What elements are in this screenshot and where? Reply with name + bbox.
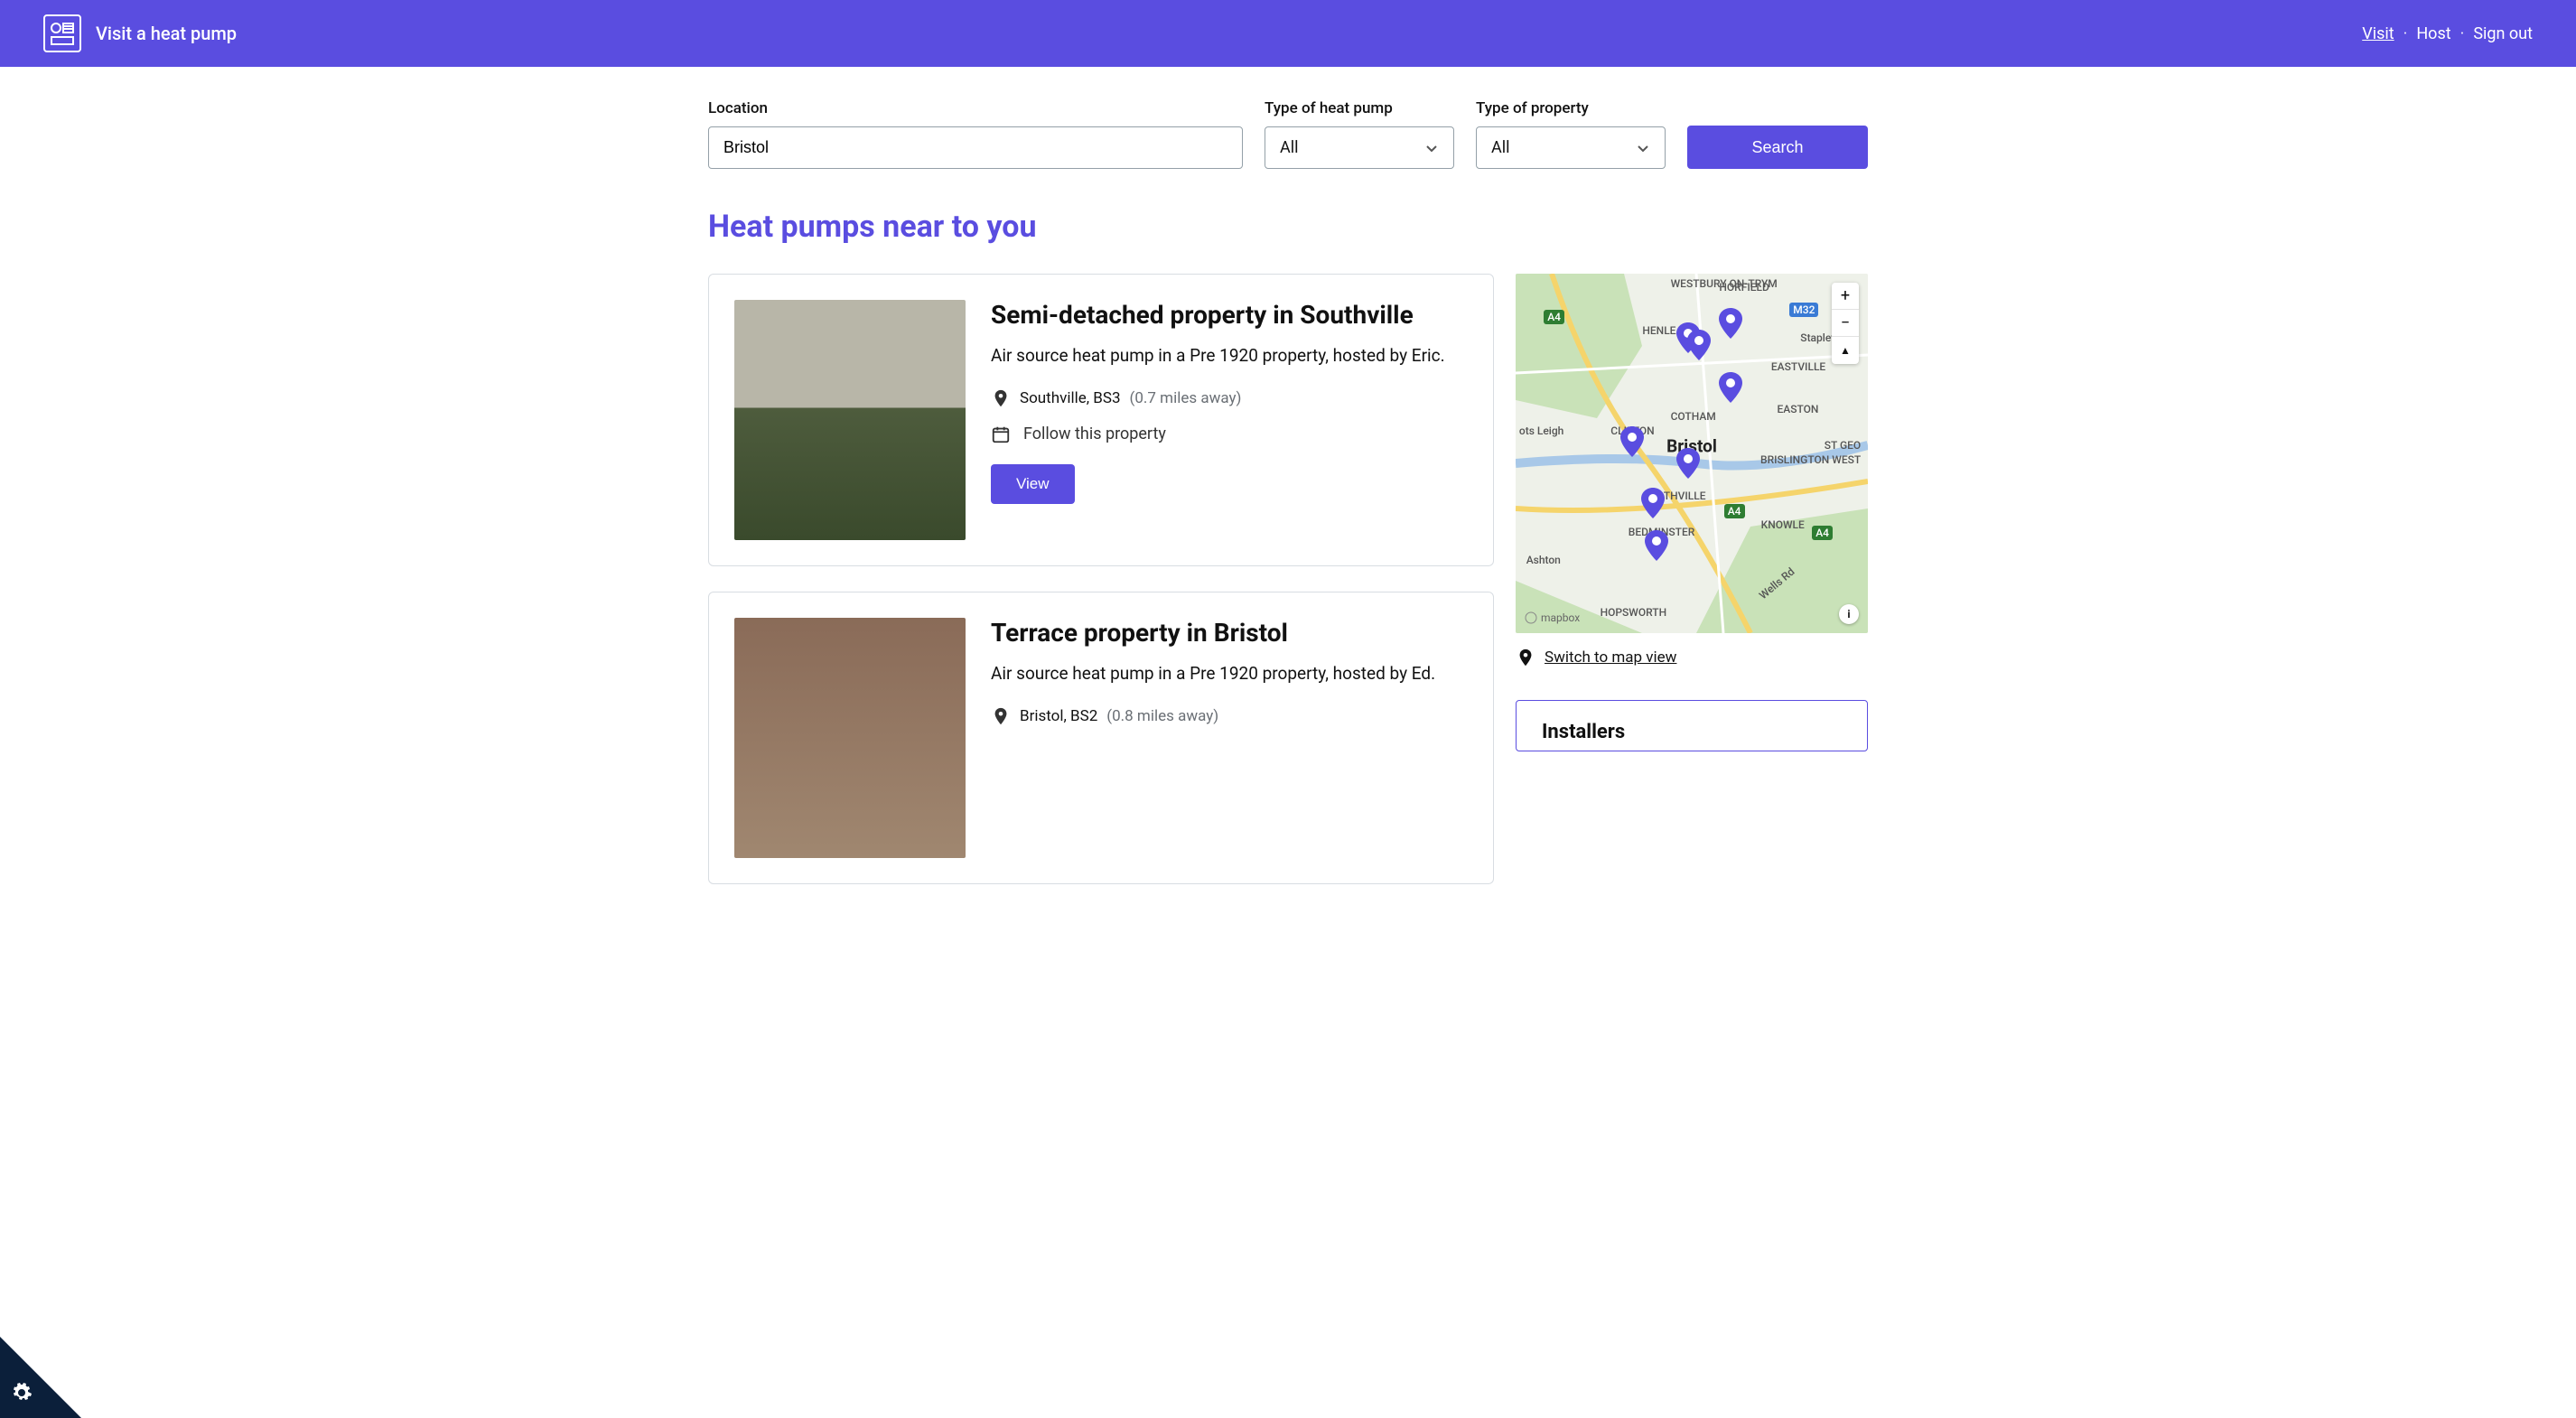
map-pin-icon (991, 388, 1011, 408)
site-title: Visit a heat pump (96, 23, 237, 44)
map-pin-icon (1516, 648, 1535, 667)
listing-body: Semi-detached property in Southville Air… (991, 300, 1445, 540)
zoom-out-button[interactable]: − (1832, 310, 1859, 337)
chevron-down-icon (1424, 141, 1439, 155)
property-type-value: All (1491, 138, 1510, 157)
heatpump-type-value: All (1280, 138, 1299, 157)
listing-card: Terrace property in Bristol Air source h… (708, 592, 1494, 884)
header-left: Visit a heat pump (43, 14, 237, 52)
listing-description: Air source heat pump in a Pre 1920 prope… (991, 344, 1445, 368)
heatpump-type-field: Type of heat pump All (1265, 99, 1454, 169)
installers-panel: Installers (1516, 700, 1868, 751)
listing-distance: (0.7 miles away) (1130, 389, 1242, 407)
nav-separator: · (2403, 24, 2408, 43)
gear-icon[interactable] (11, 1382, 33, 1407)
listing-image (734, 618, 966, 858)
installers-heading: Installers (1542, 721, 1842, 743)
top-header: Visit a heat pump Visit · Host · Sign ou… (0, 0, 2576, 67)
search-button[interactable]: Search (1687, 126, 1868, 169)
map-attribution: mapbox (1525, 611, 1580, 624)
sidebar: WESTBURY ON-TRYM HORFIELD HENLEAZE Stapl… (1516, 274, 1868, 751)
listing-title: Terrace property in Bristol (991, 618, 1435, 648)
map-pin-icon (991, 706, 1011, 726)
listing-distance: (0.8 miles away) (1106, 707, 1218, 725)
nav-separator: · (2460, 24, 2465, 43)
location-field: Location (708, 99, 1243, 169)
listing-image (734, 300, 966, 540)
compass-button[interactable]: ▲ (1832, 337, 1859, 364)
map-controls: + − ▲ (1832, 283, 1859, 364)
map-pin-icon[interactable] (1719, 372, 1742, 403)
nav-visit[interactable]: Visit (2362, 24, 2394, 43)
map-area-label: HOPSWORTH (1601, 606, 1667, 619)
follow-property[interactable]: Follow this property (991, 424, 1445, 444)
map-area-label: EASTVILLE (1771, 360, 1825, 373)
heatpump-type-label: Type of heat pump (1265, 99, 1454, 117)
listing-title: Semi-detached property in Southville (991, 300, 1445, 330)
map-area-label: ST GEO (1825, 439, 1862, 452)
listing-place: Southville, BS3 (1020, 389, 1121, 407)
search-bar: Location Type of heat pump All Type of p… (708, 99, 1868, 169)
map-area-label: Ashton (1526, 554, 1561, 566)
heatpump-type-select[interactable]: All (1265, 126, 1454, 169)
calendar-icon (991, 424, 1011, 444)
nav-host[interactable]: Host (2416, 24, 2450, 43)
listings-column: Semi-detached property in Southville Air… (708, 274, 1494, 884)
property-type-select[interactable]: All (1476, 126, 1666, 169)
header-nav: Visit · Host · Sign out (2362, 24, 2533, 43)
map-pin-icon[interactable] (1676, 448, 1700, 479)
map-area-label: COTHAM (1671, 410, 1716, 423)
property-type-field: Type of property All (1476, 99, 1666, 169)
location-input[interactable] (708, 126, 1243, 169)
map-area-label: BRISLINGTON WEST (1760, 453, 1861, 466)
switch-map-link[interactable]: Switch to map view (1545, 648, 1676, 667)
map-info-button[interactable]: i (1839, 604, 1859, 624)
attribution-icon (1525, 611, 1537, 624)
listing-card: Semi-detached property in Southville Air… (708, 274, 1494, 566)
location-label: Location (708, 99, 1243, 117)
map-area-label: ots Leigh (1519, 424, 1563, 437)
listing-location: Bristol, BS2 (0.8 miles away) (991, 706, 1435, 726)
map-area-label: EASTON (1777, 403, 1818, 415)
map-motorway-badge: M32 (1789, 303, 1818, 317)
listing-description: Air source heat pump in a Pre 1920 prope… (991, 662, 1435, 686)
map-road-badge: A4 (1724, 504, 1745, 518)
map-road-badge: A4 (1812, 526, 1833, 540)
nav-signout[interactable]: Sign out (2473, 24, 2533, 43)
listing-body: Terrace property in Bristol Air source h… (991, 618, 1435, 858)
map-pin-icon[interactable] (1687, 330, 1711, 360)
follow-label: Follow this property (1023, 424, 1166, 443)
map-pin-icon[interactable] (1719, 308, 1742, 339)
listing-place: Bristol, BS2 (1020, 707, 1097, 725)
listing-location: Southville, BS3 (0.7 miles away) (991, 388, 1445, 408)
map-pin-icon[interactable] (1641, 488, 1665, 518)
property-type-label: Type of property (1476, 99, 1666, 117)
map-area-label: HORFIELD (1719, 281, 1769, 294)
map-area-label: THVILLE (1664, 490, 1706, 502)
switch-to-map-view[interactable]: Switch to map view (1516, 648, 1868, 667)
zoom-in-button[interactable]: + (1832, 283, 1859, 310)
chevron-down-icon (1636, 141, 1650, 155)
map[interactable]: WESTBURY ON-TRYM HORFIELD HENLEAZE Stapl… (1516, 274, 1868, 633)
map-pin-icon[interactable] (1620, 426, 1644, 457)
map-pin-icon[interactable] (1645, 530, 1668, 561)
page-title: Heat pumps near to you (708, 209, 1868, 245)
heatpump-logo-icon (43, 14, 81, 52)
view-button[interactable]: View (991, 464, 1075, 504)
map-road-badge: A4 (1544, 310, 1564, 324)
map-area-label: KNOWLE (1761, 518, 1805, 531)
map-attribution-text: mapbox (1541, 611, 1580, 624)
